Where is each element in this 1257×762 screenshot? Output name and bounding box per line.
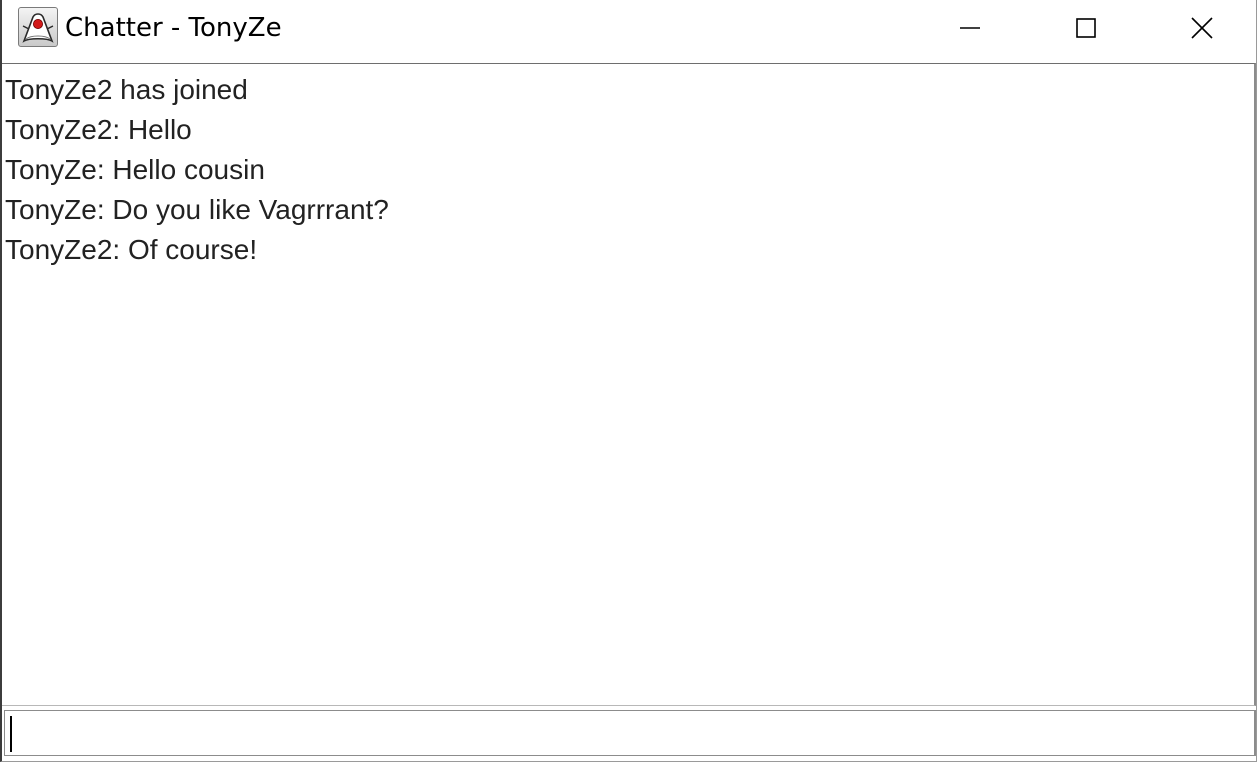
chat-message: TonyZe: Do you like Vagrrrant? <box>5 194 389 225</box>
chat-message: TonyZe: Hello cousin <box>5 154 265 185</box>
chat-window: Chatter - TonyZe TonyZe2 has joined Tony… <box>0 0 1257 762</box>
close-icon <box>1191 17 1213 39</box>
message-input[interactable] <box>5 711 1254 755</box>
title-bar[interactable]: Chatter - TonyZe <box>2 0 1256 58</box>
chat-message: TonyZe2: Of course! <box>5 234 258 265</box>
maximize-button[interactable] <box>1028 0 1144 56</box>
close-button[interactable] <box>1144 0 1257 56</box>
java-duke-icon <box>18 7 58 47</box>
chat-message: TonyZe2 has joined <box>5 74 248 105</box>
minimize-icon <box>960 27 980 29</box>
text-caret <box>10 716 12 752</box>
minimize-button[interactable] <box>912 0 1028 56</box>
chat-log[interactable]: TonyZe2 has joined TonyZe2: Hello TonyZe… <box>2 63 1256 706</box>
window-title: Chatter - TonyZe <box>65 13 282 43</box>
message-input-box[interactable] <box>4 710 1256 756</box>
chat-message: TonyZe2: Hello <box>5 114 192 145</box>
maximize-icon <box>1076 18 1096 38</box>
